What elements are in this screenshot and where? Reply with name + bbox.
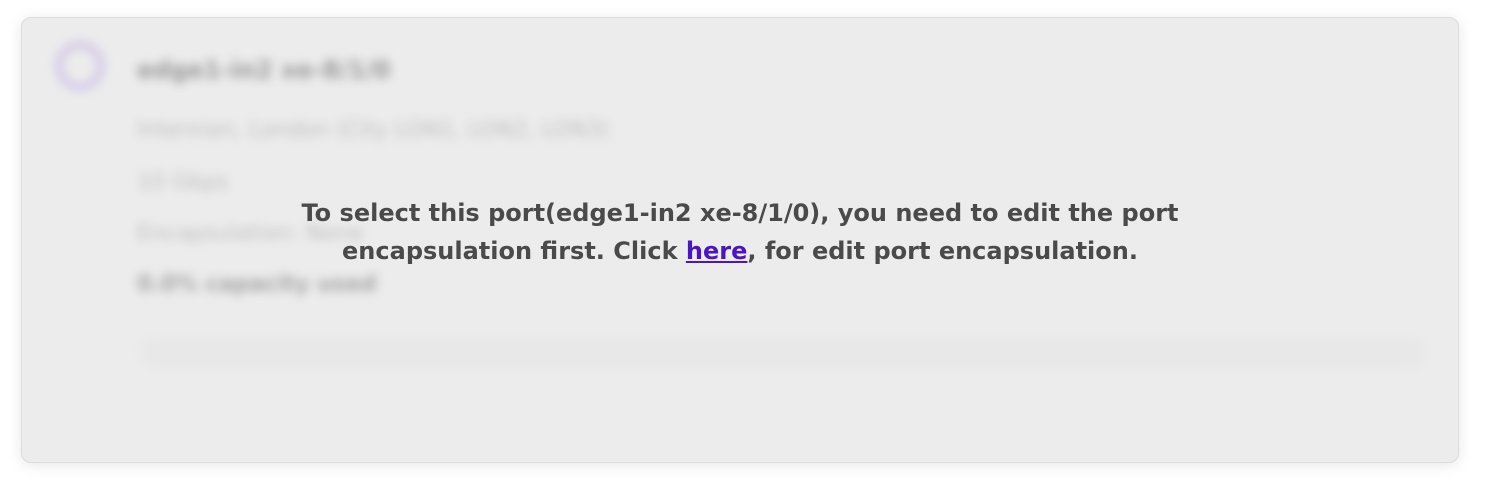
edit-encapsulation-link[interactable]: here	[686, 237, 747, 265]
message-text-after-link: , for edit port encapsulation.	[747, 237, 1138, 265]
status-ring-icon	[56, 42, 104, 90]
message-line-2: encapsulation first. Click here, for edi…	[22, 232, 1458, 270]
port-name: edge1-in2 xe-8/1/0	[137, 56, 391, 84]
capacity-used-text: 0.0% capacity used	[137, 272, 377, 297]
message-line-1: To select this port(edge1-in2 xe-8/1/0),…	[301, 199, 1179, 227]
capacity-bar	[140, 338, 1424, 368]
port-card: edge1-in2 xe-8/1/0 Interxion, London (Ci…	[21, 17, 1459, 463]
port-location: Interxion, London (City LON1, LON2, LON3…	[137, 118, 610, 143]
message-text-before-link: encapsulation first. Click	[342, 237, 686, 265]
encapsulation-required-message: To select this port(edge1-in2 xe-8/1/0),…	[22, 194, 1458, 270]
port-speed: 10 Gbps	[137, 170, 229, 195]
